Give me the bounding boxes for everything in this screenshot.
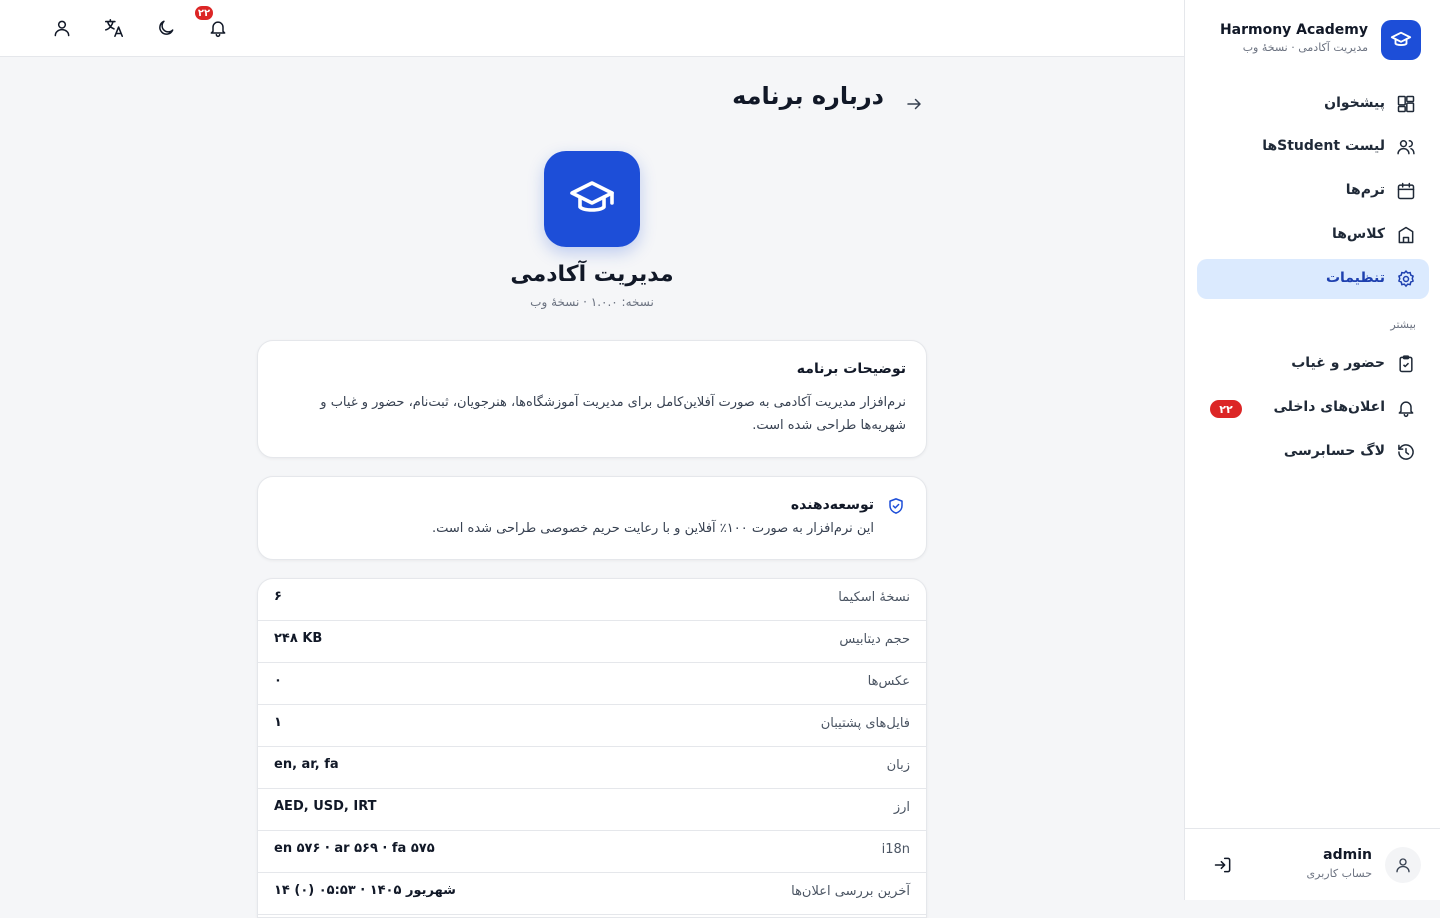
description-card: توضیحات برنامه نرم‌افزار مدیریت آکادمی ب…	[257, 340, 927, 458]
sidebar-item-settings[interactable]: تنظیمات	[1197, 259, 1429, 299]
info-value: en ۵۷۶ · ar ۵۶۹ · fa ۵۷۵	[274, 841, 435, 856]
info-value: ۰	[274, 673, 282, 688]
bell-icon	[1395, 397, 1417, 419]
sidebar-item-dashboard[interactable]: پیشخوان	[1197, 84, 1429, 124]
info-label: عکس‌ها	[867, 674, 910, 689]
card-title: توسعه‌دهنده	[790, 497, 874, 513]
info-label: آخرین بررسی اعلان‌ها	[791, 884, 910, 899]
info-row: حجم دیتابیس ۲۴۸ KB	[258, 621, 926, 663]
sidebar-item-label: لیست Studentها	[1262, 138, 1385, 154]
info-value: ۶	[274, 589, 282, 604]
info-label: ارز	[893, 800, 910, 815]
app-version: نسخه: ۱.۰.۰ · نسخهٔ وب	[530, 295, 654, 309]
users-icon	[1395, 136, 1417, 158]
info-row: ارز AED, USD, IRT	[258, 789, 926, 831]
shield-check-icon	[886, 496, 906, 516]
info-value: en, ar, fa	[274, 757, 339, 772]
moon-icon[interactable]	[152, 14, 180, 42]
sidebar-item-label: لاگ حسابرسی	[1283, 443, 1385, 459]
logout-button[interactable]	[1211, 853, 1235, 877]
sidebar-section-title: بیشتر	[1390, 318, 1416, 331]
user-icon[interactable]	[48, 14, 76, 42]
info-value: ۱	[274, 715, 282, 730]
info-label: i18n	[881, 842, 910, 857]
notifications-badge: ۲۲	[194, 5, 214, 21]
avatar[interactable]	[1385, 847, 1421, 883]
card-body: این نرم‌افزار به صورت ۱۰۰٪ آفلاین و با ر…	[431, 521, 874, 536]
sidebar-item-label: ترم‌ها	[1345, 182, 1385, 198]
history-icon	[1395, 441, 1417, 463]
building-icon	[1395, 224, 1417, 246]
info-value: ۲۴۸ KB	[274, 631, 323, 646]
info-label: فایل‌های پشتیبان	[820, 716, 910, 731]
info-row: آخرین بررسی اعلان‌ها شهریور ۱۴۰۵ · ۰۵:۵۳…	[258, 873, 926, 915]
info-table: نسخهٔ اسکیما ۶ حجم دیتابیس ۲۴۸ KB عکس‌ها…	[257, 578, 927, 918]
developer-card: توسعه‌دهنده این نرم‌افزار به صورت ۱۰۰٪ آ…	[257, 476, 927, 560]
gear-icon	[1395, 268, 1417, 290]
sidebar: Harmony Academy مدیریت آکادمی · نسخهٔ وب…	[1184, 0, 1440, 900]
info-row: نسخهٔ اسکیما ۶	[258, 579, 926, 621]
sidebar-item-label: حضور و غیاب	[1291, 355, 1385, 371]
info-row: زبان en, ar, fa	[258, 747, 926, 789]
sidebar-item-label: اعلان‌های داخلی	[1273, 399, 1385, 415]
announcements-badge: ۲۲	[1210, 400, 1242, 418]
graduation-cap-icon	[570, 181, 614, 212]
info-row: عکس‌ها ۰	[258, 663, 926, 705]
info-label: زبان	[886, 758, 910, 773]
card-body: نرم‌افزار مدیریت آکادمی به صورت آفلاین‌ک…	[320, 395, 906, 433]
user-name: admin	[1323, 847, 1372, 863]
sidebar-item-announcements[interactable]: اعلان‌های داخلی ۲۲	[1197, 388, 1429, 428]
info-row: فایل‌های پشتیبان ۱	[258, 705, 926, 747]
user-role: حساب کاربری	[1306, 867, 1372, 880]
clipboard-icon	[1395, 353, 1417, 375]
top-bar: ۲۲	[0, 0, 1184, 57]
brand-name: Harmony Academy	[1219, 22, 1368, 38]
graduation-cap-icon	[1381, 20, 1421, 60]
sidebar-item-classes[interactable]: کلاس‌ها	[1197, 215, 1429, 255]
card-title: توضیحات برنامه	[796, 361, 906, 377]
app-logo	[544, 151, 640, 247]
sidebar-item-label: کلاس‌ها	[1331, 226, 1385, 242]
back-button[interactable]	[902, 92, 926, 116]
sidebar-item-attendance[interactable]: حضور و غیاب	[1197, 344, 1429, 384]
arrow-right-icon	[907, 98, 921, 110]
translate-icon[interactable]	[100, 14, 128, 42]
info-value: AED, USD, IRT	[274, 799, 377, 814]
sidebar-item-students[interactable]: لیست Studentها	[1197, 127, 1429, 167]
info-value: شهریور ۱۴۰۵ · ۰۵:۵۳ (۰) ۱۴	[274, 883, 456, 898]
page-title: درباره برنامه	[732, 82, 884, 110]
sidebar-item-label: تنظیمات	[1325, 270, 1385, 286]
calendar-icon	[1395, 180, 1417, 202]
brand-subtitle: مدیریت آکادمی · نسخهٔ وب	[1242, 41, 1368, 54]
app-name: مدیریت آکادمی	[510, 262, 674, 287]
sidebar-item-terms[interactable]: ترم‌ها	[1197, 171, 1429, 211]
sidebar-item-audit-log[interactable]: لاگ حسابرسی	[1197, 432, 1429, 472]
sidebar-item-label: پیشخوان	[1324, 95, 1385, 111]
info-label: نسخهٔ اسکیما	[838, 590, 910, 605]
info-label: حجم دیتابیس	[839, 632, 910, 647]
info-row: i18n en ۵۷۶ · ar ۵۶۹ · fa ۵۷۵	[258, 831, 926, 873]
dashboard-icon	[1395, 93, 1417, 115]
logout-icon	[1214, 857, 1231, 873]
sidebar-footer: admin حساب کاربری	[1185, 828, 1440, 901]
